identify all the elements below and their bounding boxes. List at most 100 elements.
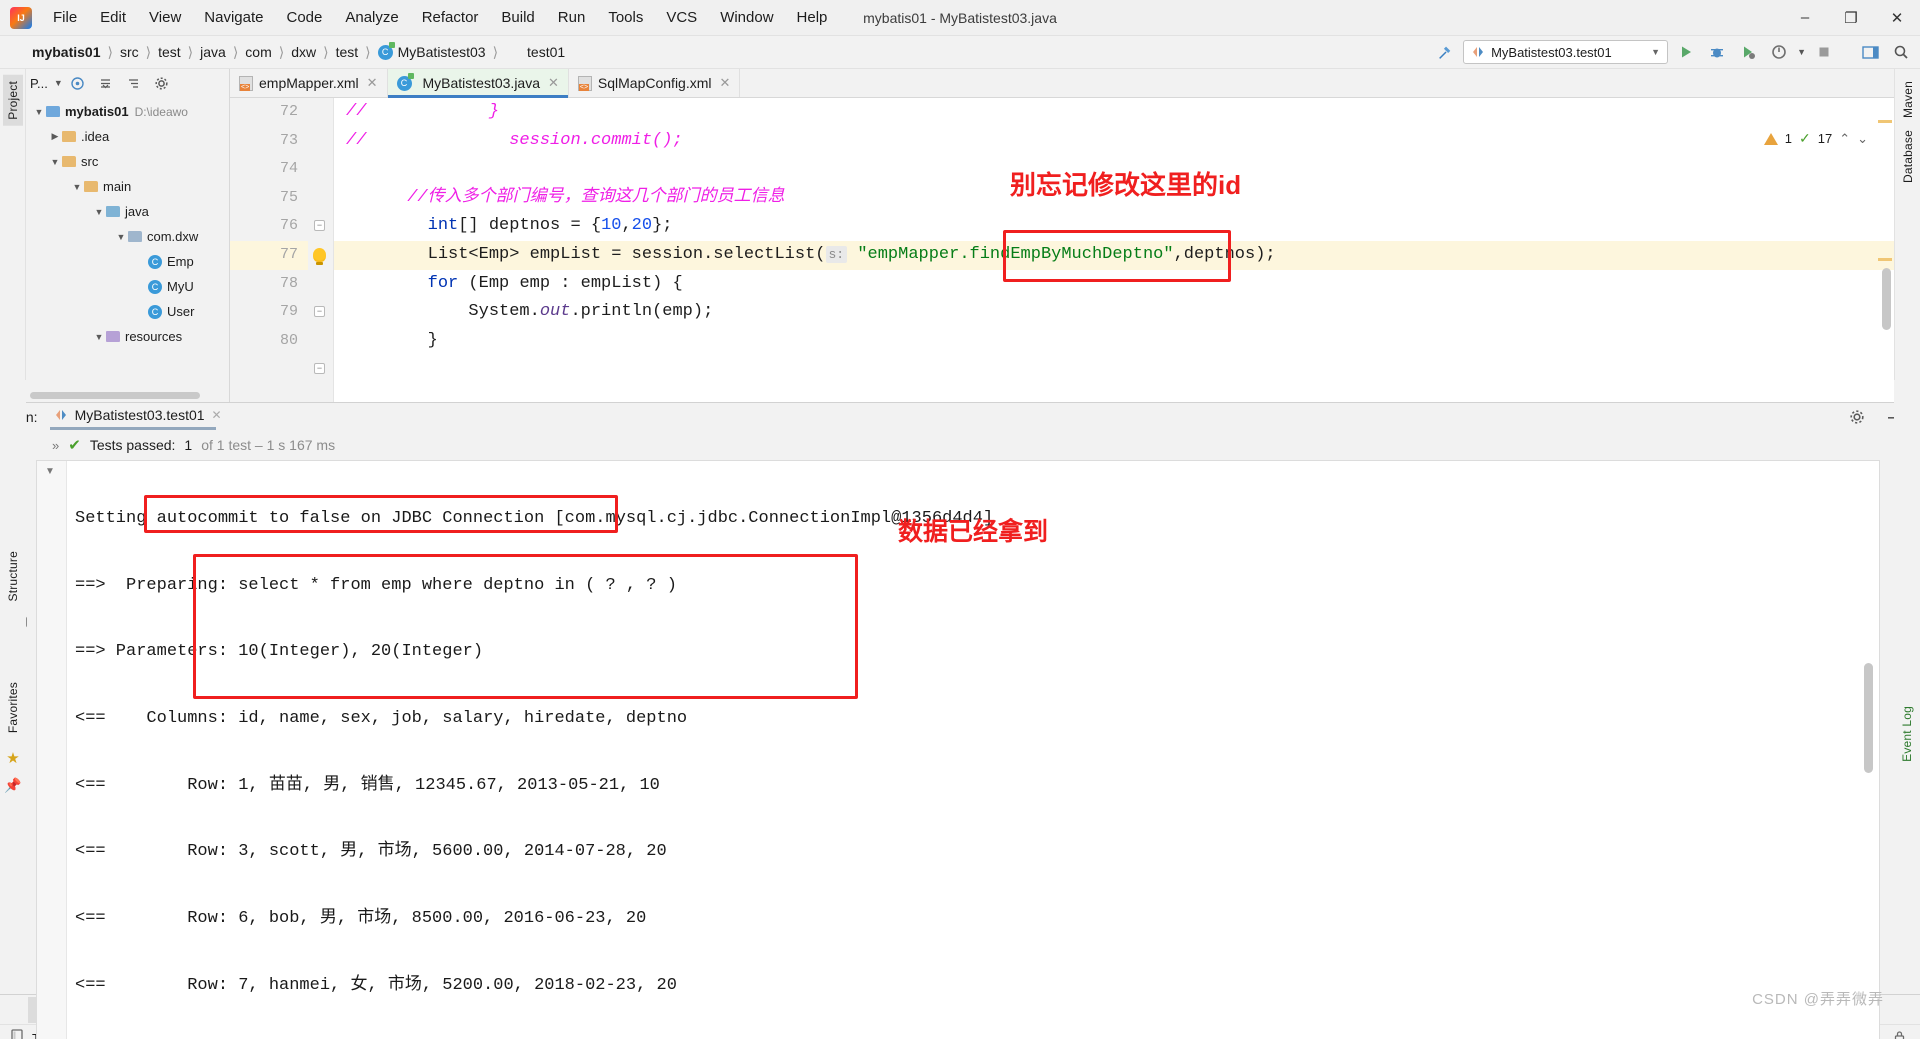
- chevron-down-icon[interactable]: ▼: [1651, 47, 1660, 57]
- collapse-all-icon[interactable]: [93, 71, 119, 95]
- breadcrumb-item-com[interactable]: com: [241, 42, 275, 62]
- menu-help[interactable]: Help: [786, 4, 839, 31]
- chevron-down-icon[interactable]: ▼: [45, 466, 55, 477]
- folder-icon: [84, 181, 98, 192]
- profiler-icon[interactable]: [1766, 40, 1792, 64]
- tree-item-src[interactable]: ▼ src: [26, 149, 229, 174]
- chevron-down-icon[interactable]: ▼: [92, 207, 106, 217]
- sidebar-item-project[interactable]: Project: [3, 75, 23, 126]
- maximize-button[interactable]: ❐: [1828, 0, 1874, 35]
- debug-icon[interactable]: [1704, 40, 1730, 64]
- breadcrumb-item-class[interactable]: C MyBatistest03: [374, 42, 490, 62]
- sidebar-item-structure[interactable]: Structure: [3, 545, 23, 608]
- bookmark-star-icon[interactable]: ★: [6, 749, 19, 767]
- sidebar-item-favorites[interactable]: Favorites: [3, 676, 23, 739]
- watermark: CSDN @弄弄微弄: [1752, 988, 1884, 1009]
- breadcrumb-item-method[interactable]: test01: [523, 42, 569, 62]
- menu-window[interactable]: Window: [709, 4, 784, 31]
- code-fold-toggle[interactable]: [314, 306, 325, 317]
- menu-edit[interactable]: Edit: [89, 4, 137, 31]
- editor-tab-mybatistest03-java[interactable]: C MyBatistest03.java ✕: [388, 69, 569, 97]
- tree-item-resources[interactable]: ▼ resources: [26, 324, 229, 349]
- settings-gear-icon[interactable]: [149, 71, 175, 95]
- close-button[interactable]: ✕: [1874, 0, 1920, 35]
- menu-code[interactable]: Code: [275, 4, 333, 31]
- sidebar-item-event-log[interactable]: Event Log: [1897, 700, 1917, 768]
- settings-gear-icon[interactable]: [1844, 405, 1870, 429]
- tree-item-idea[interactable]: ▶ .idea: [26, 124, 229, 149]
- tree-item-myu[interactable]: C MyU: [26, 274, 229, 299]
- menu-analyze[interactable]: Analyze: [334, 4, 409, 31]
- expand-icon[interactable]: [121, 71, 147, 95]
- error-stripe-warning[interactable]: [1878, 258, 1892, 261]
- expand-output-icon[interactable]: »: [52, 438, 59, 453]
- editor-vertical-scrollbar[interactable]: [1882, 268, 1891, 330]
- close-icon[interactable]: ✕: [212, 408, 222, 422]
- code-keyword: int: [428, 216, 459, 235]
- prev-problem-icon[interactable]: ⌃: [1839, 131, 1850, 147]
- menu-refactor[interactable]: Refactor: [411, 4, 490, 31]
- intention-bulb-icon[interactable]: [313, 248, 326, 262]
- chevron-down-icon[interactable]: ▼: [92, 332, 106, 342]
- breadcrumb-item-dxw[interactable]: dxw: [287, 42, 320, 62]
- project-horizontal-scrollbar[interactable]: [30, 392, 200, 399]
- search-everywhere-icon[interactable]: [1888, 40, 1914, 64]
- tree-item-mybatis01[interactable]: ▼ mybatis01 D:\ideawo: [26, 99, 229, 124]
- close-icon[interactable]: ✕: [548, 75, 559, 91]
- menu-vcs[interactable]: VCS: [655, 4, 708, 31]
- run-header: Run: MyBatistest03.test01 ✕: [0, 403, 1920, 430]
- sidebar-item-database[interactable]: Database: [1898, 124, 1918, 189]
- editor-tab-sqlmapconfig-xml[interactable]: SqlMapConfig.xml ✕: [569, 69, 741, 97]
- menu-run[interactable]: Run: [547, 4, 597, 31]
- sidebar-item-maven[interactable]: Maven: [1898, 75, 1918, 124]
- editor-tab-empmapper-xml[interactable]: empMapper.xml ✕: [230, 69, 388, 97]
- console-vertical-scrollbar[interactable]: [1864, 663, 1873, 773]
- menu-tools[interactable]: Tools: [597, 4, 654, 31]
- target-icon[interactable]: [65, 71, 91, 95]
- chevron-down-icon[interactable]: ▼: [32, 107, 46, 117]
- code-fold-toggle[interactable]: [314, 363, 325, 374]
- menu-file[interactable]: File: [42, 4, 88, 31]
- chevron-down-icon[interactable]: ▼: [1797, 47, 1806, 57]
- code-fold-toggle[interactable]: [314, 220, 325, 231]
- tree-item-com-dxw[interactable]: ▼ com.dxw: [26, 224, 229, 249]
- breadcrumb-item-project[interactable]: mybatis01: [28, 42, 104, 62]
- error-stripe-warning[interactable]: [1878, 120, 1892, 123]
- menu-view[interactable]: View: [138, 4, 192, 31]
- run-configuration-selector[interactable]: MyBatistest03.test01 ▼: [1463, 40, 1668, 64]
- run-tab-mybatistest03-test01[interactable]: MyBatistest03.test01 ✕: [50, 403, 226, 430]
- source-folder-icon: [106, 206, 120, 217]
- breadcrumb-item-test[interactable]: test: [154, 42, 185, 62]
- tree-item-main[interactable]: ▼ main: [26, 174, 229, 199]
- tree-item-emp[interactable]: C Emp: [26, 249, 229, 274]
- breadcrumb-item-test2[interactable]: test: [332, 42, 363, 62]
- chevron-down-icon[interactable]: ▼: [48, 157, 62, 167]
- project-toolbar: P... ▼: [26, 69, 229, 97]
- chevron-down-icon[interactable]: ▼: [114, 232, 128, 242]
- tree-item-java[interactable]: ▼ java: [26, 199, 229, 224]
- breadcrumb-item-java[interactable]: java: [196, 42, 230, 62]
- layout-icon[interactable]: [1857, 40, 1883, 64]
- close-icon[interactable]: ✕: [367, 75, 378, 91]
- main-work-area: Project P... ▼ ▼: [0, 69, 1920, 402]
- next-problem-icon[interactable]: ⌄: [1857, 131, 1868, 147]
- menu-build[interactable]: Build: [490, 4, 545, 31]
- lock-icon[interactable]: [1893, 1030, 1906, 1039]
- chevron-right-icon[interactable]: ▶: [48, 131, 62, 142]
- tree-item-user[interactable]: C User: [26, 299, 229, 324]
- minimize-button[interactable]: –: [1782, 0, 1828, 35]
- commit-icon[interactable]: 📌: [4, 777, 21, 794]
- run-icon[interactable]: [1673, 40, 1699, 64]
- project-panel-title[interactable]: P...: [30, 76, 48, 91]
- chevron-down-icon[interactable]: ▼: [70, 182, 84, 192]
- stop-icon[interactable]: [1811, 40, 1837, 64]
- chevron-down-icon[interactable]: ▼: [54, 78, 63, 88]
- code-text-area[interactable]: // } // session.commit(); //传入多个部门编号，查询这…: [334, 98, 1894, 402]
- menu-navigate[interactable]: Navigate: [193, 4, 274, 31]
- breadcrumb-item-src[interactable]: src: [116, 42, 143, 62]
- inspection-widget[interactable]: 1 ✓ 17 ⌃ ⌄: [1764, 130, 1868, 147]
- close-icon[interactable]: ✕: [720, 75, 731, 91]
- left-strip-lower: Structure Favorites ★ 📌: [0, 380, 26, 960]
- build-hammer-icon[interactable]: [1432, 40, 1458, 64]
- run-with-coverage-icon[interactable]: [1735, 40, 1761, 64]
